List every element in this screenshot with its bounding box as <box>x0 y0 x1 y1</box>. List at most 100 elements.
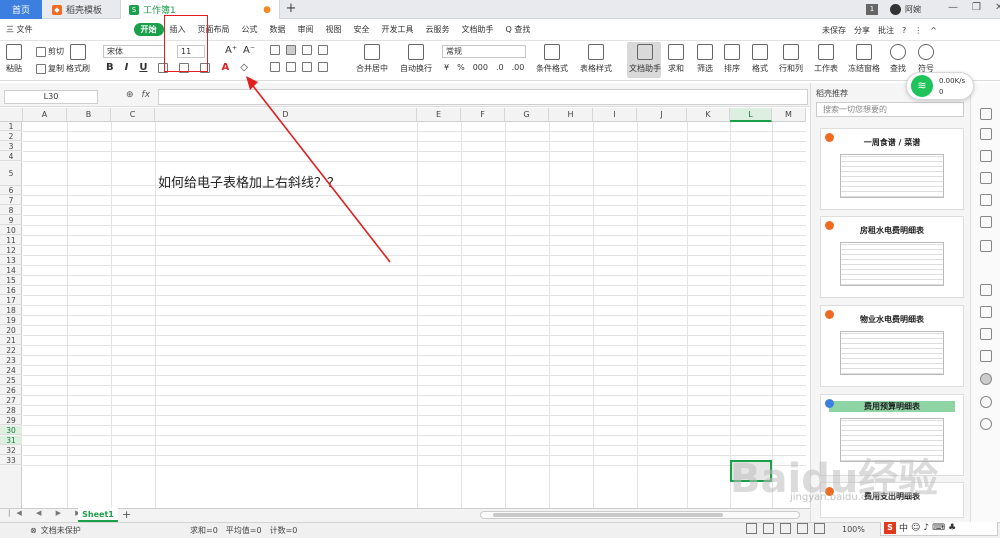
sheet-tab-sheet1[interactable]: Sheet1 <box>78 508 118 522</box>
template-card-rent[interactable]: 房租水电费明细表 <box>820 216 964 298</box>
row-header-27[interactable]: 27 <box>0 396 22 405</box>
row-header-1[interactable]: 1 <box>0 122 22 131</box>
align-top-icon[interactable] <box>270 45 280 55</box>
grid-icon[interactable] <box>980 194 992 206</box>
font-color-button[interactable]: A <box>221 62 229 73</box>
row-header-19[interactable]: 19 <box>0 316 22 325</box>
clear-format-icon[interactable]: ◇ <box>240 62 248 73</box>
menu-review[interactable]: 审阅 <box>292 24 320 35</box>
row-header-18[interactable]: 18 <box>0 306 22 315</box>
copy-button[interactable]: 复制 <box>36 63 64 74</box>
image-icon[interactable] <box>980 350 992 362</box>
row-header-2[interactable]: 2 <box>0 132 22 141</box>
list-icon[interactable] <box>980 240 992 252</box>
menu-security[interactable]: 安全 <box>348 24 376 35</box>
row-header-16[interactable]: 16 <box>0 286 22 295</box>
formula-input[interactable] <box>158 89 808 105</box>
row-header-14[interactable]: 14 <box>0 266 22 275</box>
filter-button[interactable]: 筛选 <box>697 44 713 74</box>
row-header-11[interactable]: 11 <box>0 236 22 245</box>
justify-icon[interactable] <box>318 62 328 72</box>
italic-button[interactable]: I <box>125 62 129 73</box>
column-header-g[interactable]: G <box>505 108 549 122</box>
row-header-29[interactable]: 29 <box>0 416 22 425</box>
menu-cloud[interactable]: 云服务 <box>420 24 456 35</box>
row-header-26[interactable]: 26 <box>0 386 22 395</box>
align-middle-icon[interactable] <box>286 45 296 55</box>
comment-button[interactable]: 批注 <box>878 25 894 36</box>
row-header-7[interactable]: 7 <box>0 196 22 205</box>
column-header-c[interactable]: C <box>111 108 155 122</box>
symbol-button[interactable]: 符号 <box>918 44 934 74</box>
collapse-icon[interactable]: ^ <box>930 26 937 35</box>
conditional-format-button[interactable]: 条件格式 <box>536 44 568 74</box>
layout-icon[interactable] <box>980 328 992 340</box>
row-header-33[interactable]: 33 <box>0 456 22 465</box>
column-header-j[interactable]: J <box>637 108 687 122</box>
settings-icon[interactable] <box>980 216 992 228</box>
close-icon[interactable]: ✕ <box>995 2 1000 13</box>
menu-developer[interactable]: 开发工具 <box>376 24 420 35</box>
menu-file[interactable]: 三 文件 <box>0 24 39 35</box>
shapes-icon[interactable] <box>980 128 992 140</box>
share-button[interactable]: 分享 <box>854 25 870 36</box>
unsaved-button[interactable]: 未保存 <box>822 25 846 36</box>
menu-search[interactable]: Q 查找 <box>500 24 537 35</box>
orientation-icon[interactable] <box>318 45 328 55</box>
font-shrink-button[interactable]: A⁻ <box>243 45 255 56</box>
decrease-decimal-icon[interactable]: .00 <box>512 63 525 72</box>
tab-home[interactable]: 首页 <box>0 0 42 19</box>
column-header-i[interactable]: I <box>593 108 637 122</box>
menu-view[interactable]: 视图 <box>320 24 348 35</box>
row-header-20[interactable]: 20 <box>0 326 22 335</box>
cut-button[interactable]: 剪切 <box>36 46 64 57</box>
menu-data[interactable]: 数据 <box>264 24 292 35</box>
wrap-text-button[interactable]: 自动换行 <box>400 44 432 74</box>
row-header-12[interactable]: 12 <box>0 246 22 255</box>
name-box[interactable]: L30 <box>4 90 98 104</box>
row-header-6[interactable]: 6 <box>0 186 22 195</box>
protect-status[interactable]: ⊗ 文档未保护 <box>30 525 81 536</box>
reading-mode-icon[interactable] <box>814 523 825 534</box>
column-header-l[interactable]: L <box>730 108 772 122</box>
zoom-level[interactable]: 100% <box>842 525 865 534</box>
paste-button[interactable]: 粘贴 <box>6 44 22 74</box>
column-header-h[interactable]: H <box>549 108 593 122</box>
network-speed-widget[interactable]: ≋ 0.00K/s 0 <box>906 72 974 100</box>
tab-template[interactable]: ◆ 稻壳模板 <box>44 0 118 19</box>
underline-button[interactable]: U <box>139 62 147 73</box>
column-header-k[interactable]: K <box>687 108 730 122</box>
font-name-select[interactable]: 宋体 <box>103 45 165 58</box>
row-header-30[interactable]: 30 <box>0 426 22 435</box>
row-header-32[interactable]: 32 <box>0 446 22 455</box>
align-center-icon[interactable] <box>286 62 296 72</box>
row-header-21[interactable]: 21 <box>0 336 22 345</box>
row-header-3[interactable]: 3 <box>0 142 22 151</box>
row-header-4[interactable]: 4 <box>0 152 22 161</box>
align-bottom-icon[interactable] <box>302 45 312 55</box>
template-card-property[interactable]: 物业水电费明细表 <box>820 305 964 387</box>
fullscreen-icon[interactable] <box>746 523 757 534</box>
row-header-24[interactable]: 24 <box>0 366 22 375</box>
number-format-select[interactable]: 常规 <box>442 45 526 58</box>
row-col-button[interactable]: 行和列 <box>779 44 803 74</box>
column-header-e[interactable]: E <box>417 108 461 122</box>
emoji-icon[interactable]: ☺ <box>911 523 920 533</box>
keyboard-icon[interactable]: ⌨ <box>932 523 945 533</box>
add-sheet-button[interactable]: + <box>122 508 131 521</box>
ime-mode[interactable]: 中 <box>899 521 908 534</box>
user-account[interactable]: 阿婉 <box>890 3 921 16</box>
font-grow-button[interactable]: A⁺ <box>225 45 237 56</box>
thousands-icon[interactable]: 000 <box>473 63 488 72</box>
increase-decimal-icon[interactable]: .0 <box>496 63 504 72</box>
fx-button[interactable]: fx <box>142 90 151 100</box>
currency-icon[interactable]: ¥ <box>444 63 449 72</box>
column-header-b[interactable]: B <box>67 108 111 122</box>
horizontal-scrollbar[interactable] <box>480 511 800 519</box>
column-header-a[interactable]: A <box>23 108 67 122</box>
help-circle-icon[interactable] <box>980 418 992 430</box>
row-header-22[interactable]: 22 <box>0 346 22 355</box>
row-header-10[interactable]: 10 <box>0 226 22 235</box>
align-left-icon[interactable] <box>270 62 280 72</box>
cell-d5-text[interactable]: 如何给电子表格加上右斜线？？ <box>158 172 340 191</box>
